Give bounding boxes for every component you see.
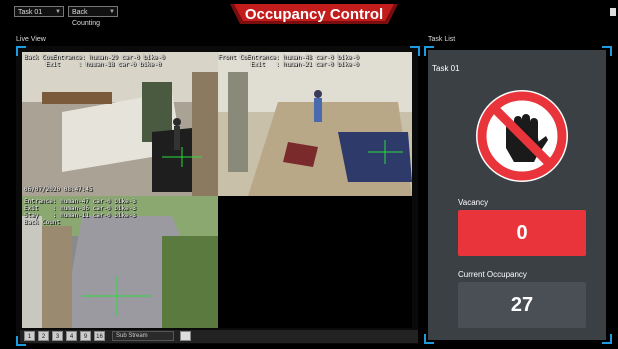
vacancy-value: 0 <box>458 210 586 256</box>
occupancy-label: Current Occupancy <box>458 270 527 279</box>
layout-bar: 1 2 3 4 9 16 Sub Stream <box>20 330 418 343</box>
layout-16-button[interactable]: 16 <box>94 331 105 341</box>
task-panel: Task 01 Vacancy 0 Current Occupancy 27 <box>428 50 606 340</box>
layout-4-button[interactable]: 4 <box>66 331 77 341</box>
layout-9-button[interactable]: 9 <box>80 331 91 341</box>
corner-bracket <box>602 334 612 344</box>
top-bar: Task 01 ▼ Back Counting ▼ Occupancy Cont… <box>0 0 618 27</box>
cam3-count-line1: Entrance: human-47 car-0 bike-3 <box>24 198 136 205</box>
fullscreen-icon[interactable] <box>180 331 191 341</box>
camera-tile-front[interactable]: Front CoEntrance: human-48 car-0 bike-0 … <box>218 52 412 196</box>
panel-toggle-button[interactable] <box>610 8 616 16</box>
corner-bracket <box>424 334 434 344</box>
live-view: Back CouEntrance: human-29 car-0 bike-0 … <box>16 46 418 344</box>
task-select[interactable]: Task 01 ▼ <box>14 6 64 17</box>
corner-bracket <box>424 46 434 56</box>
no-entry-hand-icon <box>476 90 568 182</box>
corner-bracket <box>16 46 26 56</box>
chevron-down-icon: ▼ <box>109 9 115 15</box>
vacancy-label: Vacancy <box>458 198 489 207</box>
stream-select[interactable]: Sub Stream <box>112 331 174 341</box>
occupancy-value: 27 <box>458 282 586 328</box>
title-banner: Occupancy Control <box>230 4 398 24</box>
corner-bracket <box>410 46 420 56</box>
chevron-down-icon: ▼ <box>55 9 61 15</box>
task-select-value: Task 01 <box>18 9 43 16</box>
task-name: Task 01 <box>432 64 460 73</box>
live-view-label: Live View <box>16 36 46 43</box>
layout-3-button[interactable]: 3 <box>52 331 63 341</box>
cam2-count-line2: Exit : human-21 car-0 bike-0 <box>218 61 359 68</box>
cam1-count-line1: Back CouEntrance: human-29 car-0 bike-0 <box>24 54 165 61</box>
camera-tile-outdoor[interactable]: Entrance: human-47 car-0 bike-3 Exit : h… <box>22 196 218 328</box>
view-select-value: Back Counting <box>72 9 101 27</box>
cam1-timestamp: 06/07/2020 08:47:45 <box>24 186 93 193</box>
view-select[interactable]: Back Counting ▼ <box>68 6 118 27</box>
layout-2-button[interactable]: 2 <box>38 331 49 341</box>
camera-tile-back[interactable]: Back CouEntrance: human-29 car-0 bike-0 … <box>22 52 218 196</box>
cam3-count-line3: Stay : human-11 car-0 bike-3 <box>24 212 136 219</box>
cam3-count-line2: Exit : human-36 car-0 bike-3 <box>24 205 136 212</box>
cam2-count-line1: Front CoEntrance: human-48 car-0 bike-0 <box>218 54 359 61</box>
camera-feed-back <box>22 52 218 196</box>
cam3-count-line4: Back Count <box>24 219 61 226</box>
camera-feed-front <box>218 52 412 196</box>
layout-1-button[interactable]: 1 <box>24 331 35 341</box>
corner-bracket <box>602 46 612 56</box>
cam1-count-line2: Exit : human-18 car-0 bike-0 <box>24 61 162 68</box>
camera-tile-empty[interactable] <box>218 196 412 328</box>
task-list-label: Task List <box>428 36 456 43</box>
page-title: Occupancy Control <box>244 6 384 23</box>
